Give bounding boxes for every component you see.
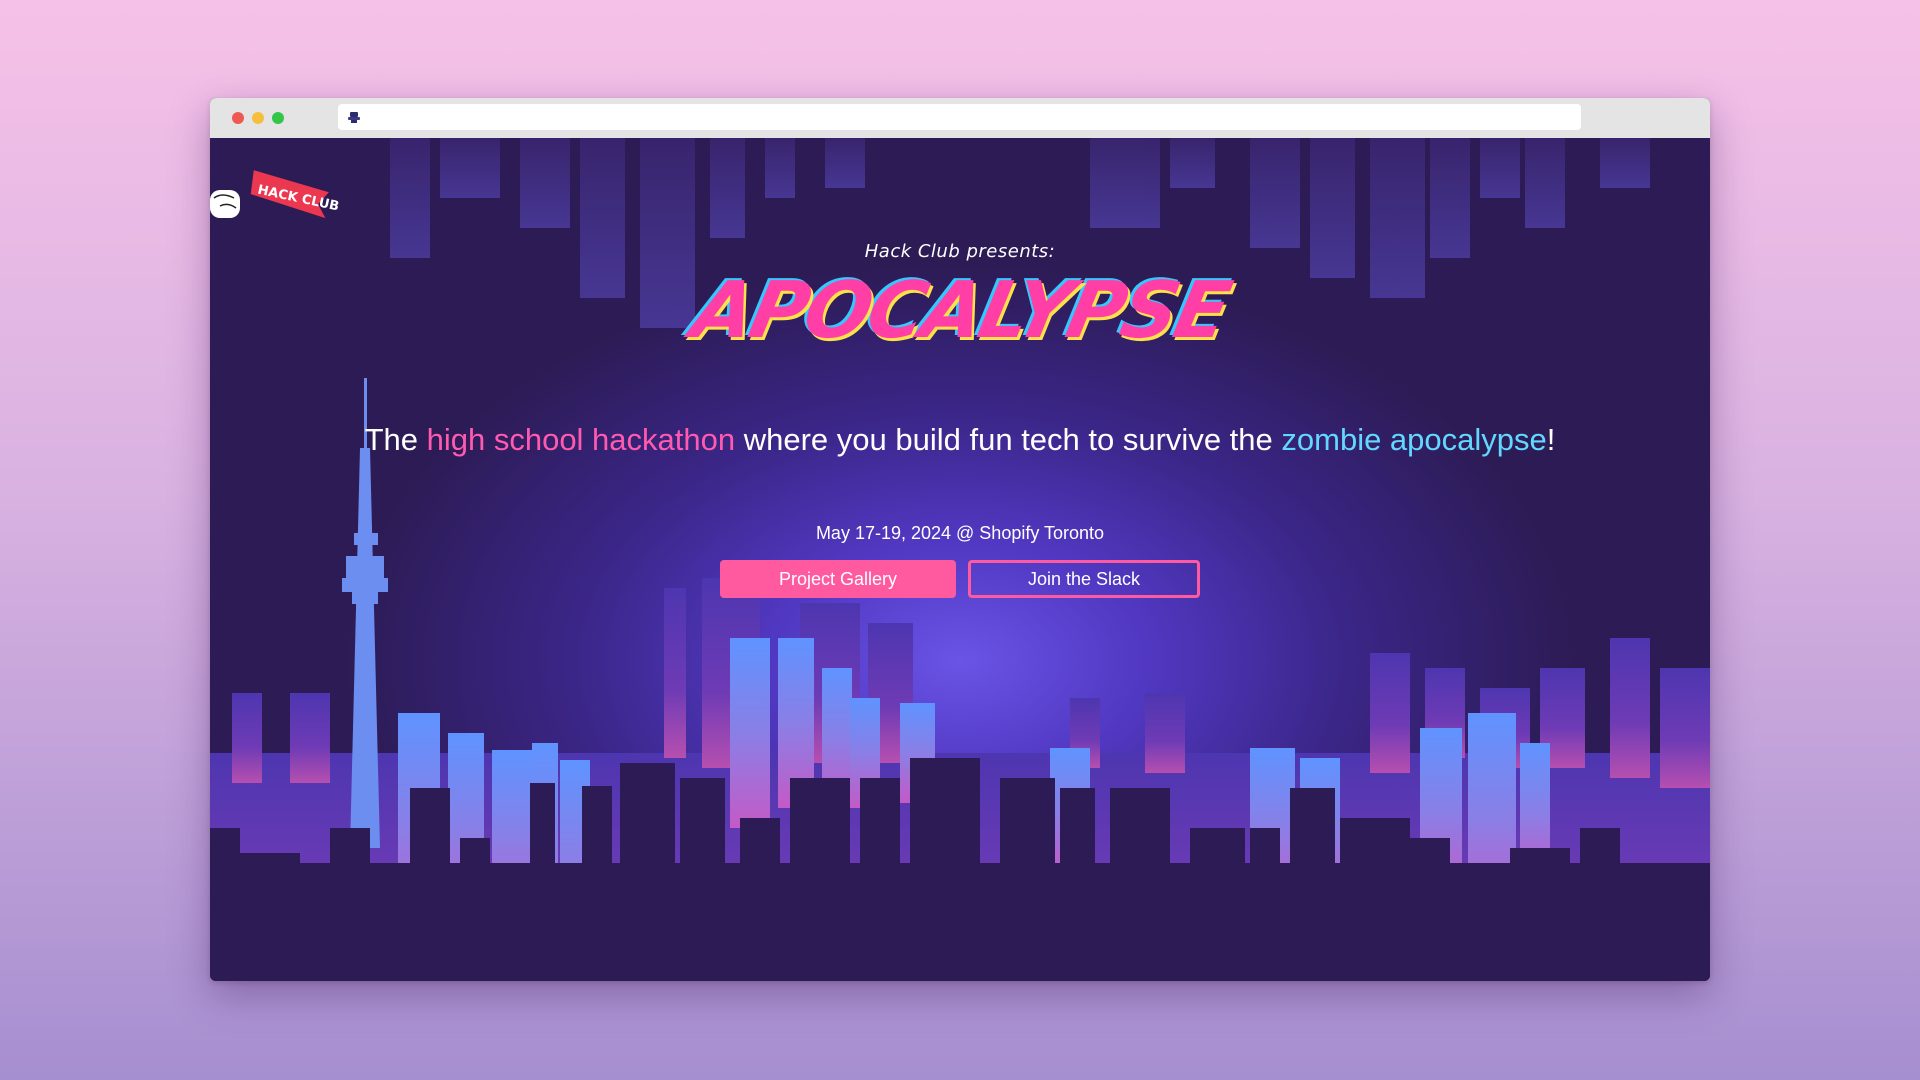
- date-location: May 17-19, 2024 @ Shopify Toronto: [815, 523, 1105, 543]
- headline: The high school hackathon where you buil…: [210, 416, 1710, 463]
- headline-highlight-hackathon: high school hackathon: [426, 422, 736, 457]
- presents-text: Hack Club presents:: [864, 241, 1056, 262]
- join-slack-button[interactable]: Join the Slack: [968, 560, 1200, 598]
- headline-highlight-zombie: zombie apocalypse: [1281, 422, 1547, 457]
- project-gallery-button[interactable]: Project Gallery: [720, 560, 956, 598]
- headline-part-2: where you build fun tech to survive the: [735, 422, 1282, 457]
- browser-toolbar: [210, 98, 1710, 139]
- maximize-window-button[interactable]: [272, 112, 284, 124]
- address-bar[interactable]: [338, 104, 1581, 130]
- browser-window: HACK CLUB Hack Club presents: APOCALYPSE…: [210, 98, 1710, 981]
- close-window-button[interactable]: [232, 112, 244, 124]
- skyline-illustration: [210, 138, 1710, 981]
- hack-club-flag-icon[interactable]: HACK CLUB: [210, 160, 340, 224]
- apocalypse-logo: APOCALYPSE: [684, 266, 1236, 356]
- minimize-window-button[interactable]: [252, 112, 264, 124]
- page-viewport: HACK CLUB Hack Club presents: APOCALYPSE…: [210, 138, 1710, 981]
- headline-part-3: !: [1546, 422, 1556, 457]
- site-favicon-icon: [348, 112, 360, 123]
- headline-part-1: The: [364, 422, 427, 457]
